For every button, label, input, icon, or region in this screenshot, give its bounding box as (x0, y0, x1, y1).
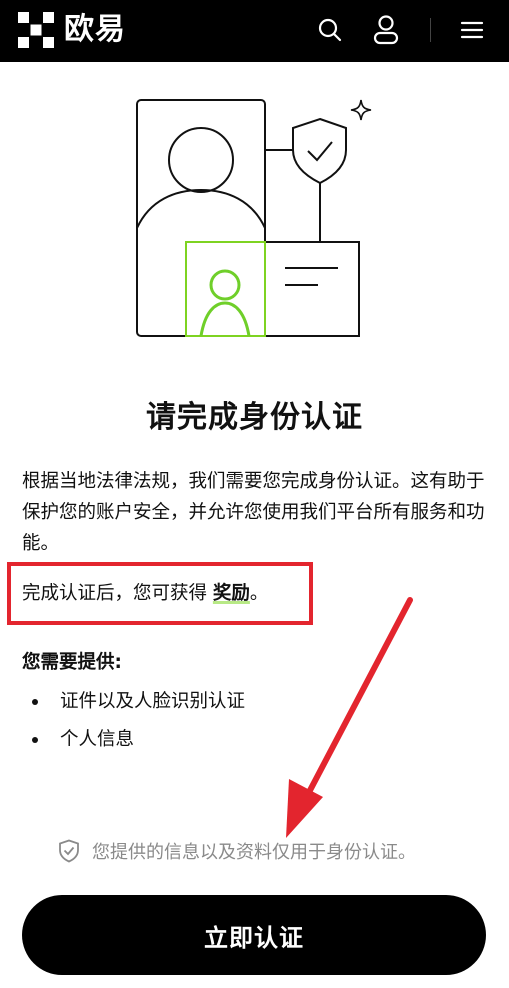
reward-suffix: 。 (249, 583, 269, 604)
requirements-list: 证件以及人脸识别认证 个人信息 (22, 683, 245, 759)
bullet-icon (32, 699, 38, 705)
user-icon[interactable] (371, 14, 401, 46)
requirement-label: 个人信息 (60, 729, 135, 750)
list-item: 证件以及人脸识别认证 (22, 683, 245, 721)
privacy-notice-text: 您提供的信息以及资料仅用于身份认证。 (92, 842, 416, 863)
identity-verification-illustration (136, 99, 372, 337)
logo-icon (18, 12, 54, 48)
requirements-title: 您需要提供: (22, 652, 122, 673)
requirement-label: 证件以及人脸识别认证 (60, 691, 246, 712)
bullet-icon (32, 737, 38, 743)
page-title: 请完成身份认证 (146, 400, 363, 435)
face-scan-icon (185, 241, 266, 337)
header-divider (430, 18, 431, 42)
reward-text: 完成认证后，您可获得 奖励。 (22, 578, 268, 609)
verify-now-button[interactable]: 立即认证 (22, 895, 486, 975)
reward-link[interactable]: 奖励 (213, 583, 250, 604)
description-text: 根据当地法律法规，我们需要您完成身份认证。这有助于保护您的账户安全，并允许您使用… (22, 471, 485, 554)
sparkle-icon (350, 99, 372, 121)
privacy-notice: 您提供的信息以及资料仅用于身份认证。 (58, 838, 416, 864)
id-document-icon (264, 241, 360, 337)
reward-prefix: 完成认证后，您可获得 (22, 583, 213, 604)
list-item: 个人信息 (22, 721, 245, 759)
brand-logo[interactable]: 欧易 (18, 12, 126, 48)
shield-check-icon (292, 117, 347, 185)
brand-name: 欧易 (64, 12, 126, 47)
menu-icon[interactable] (458, 16, 486, 44)
shield-check-icon (59, 839, 79, 863)
search-icon[interactable] (316, 16, 344, 44)
top-bar: 欧易 (0, 0, 509, 62)
